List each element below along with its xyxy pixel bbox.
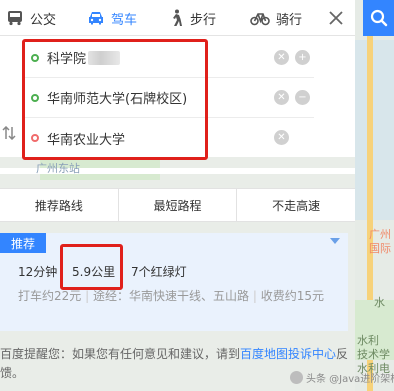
map-water-area — [355, 40, 394, 220]
clear-end-button[interactable]: ✕ — [274, 130, 289, 145]
route-strategy-tabs: 推荐路线 最短路程 不走高速 — [0, 188, 355, 222]
highlight-box-distance — [60, 244, 123, 290]
highlight-box-inputs — [22, 39, 208, 160]
collapse-arrow-icon[interactable] — [330, 238, 340, 244]
feedback-text: 百度提醒您：如果您有任何意见和建议，请到 — [0, 347, 241, 361]
watermark: 头条 @Java进阶架构师 — [290, 370, 394, 385]
tab-recommended-route[interactable]: 推荐路线 — [0, 189, 118, 221]
map-right-strip[interactable]: 广州 国际 水 水利 技术学 水利电 — [355, 0, 394, 391]
complaint-center-link[interactable]: 百度地图投诉中心 — [240, 347, 336, 361]
walk-icon — [168, 9, 184, 27]
watermark-logo-icon — [290, 371, 303, 384]
map-label-faded: 广州东站 — [36, 162, 80, 175]
tab-bus[interactable]: 公交 — [6, 0, 56, 36]
bike-icon — [250, 10, 270, 26]
tab-bike-label: 骑行 — [276, 12, 303, 28]
close-button[interactable] — [325, 7, 347, 29]
remove-waypoint-button[interactable]: − — [295, 90, 310, 105]
map-label-international: 国际 — [369, 242, 391, 255]
recommended-badge: 推荐 — [0, 233, 46, 253]
close-icon — [329, 11, 343, 25]
tab-shortest-distance[interactable]: 最短路程 — [117, 189, 237, 221]
tab-bus-label: 公交 — [30, 12, 57, 28]
route-result-card[interactable]: 推荐 12分钟 5.9公里 7个红绿灯 打车约22元 | 途经：华南快速干线、五… — [0, 233, 348, 331]
traffic-lights-count: 7个红绿灯 — [131, 265, 187, 279]
travel-mode-bar: 公交 驾车 步行 骑行 — [0, 0, 355, 36]
tab-walk[interactable]: 步行 — [168, 0, 216, 36]
add-waypoint-button[interactable]: + — [295, 50, 310, 65]
clear-via-button[interactable]: ✕ — [274, 90, 289, 105]
via-roads-prefix: 途经： — [92, 289, 129, 303]
swap-icon — [2, 126, 16, 140]
swap-button[interactable] — [0, 122, 18, 144]
watermark-text: 头条 @Java进阶架构师 — [306, 374, 394, 385]
map-label-water: 水 — [374, 296, 385, 309]
via-roads: 华南快速干线、五山路 — [128, 289, 249, 303]
map-label-guangzhou: 广州 — [369, 228, 391, 241]
tab-walk-label: 步行 — [190, 12, 217, 28]
route-time: 12分钟 — [18, 265, 58, 279]
tab-drive-label: 驾车 — [111, 12, 138, 28]
bus-icon — [6, 10, 24, 26]
car-icon — [87, 10, 105, 26]
map-label-tech-school: 技术学 — [357, 348, 390, 361]
clear-start-button[interactable]: ✕ — [274, 50, 289, 65]
tab-avoid-highway[interactable]: 不走高速 — [236, 189, 355, 221]
tab-drive[interactable]: 驾车 — [87, 0, 137, 36]
tab-bike[interactable]: 骑行 — [250, 0, 302, 36]
search-button[interactable] — [363, 0, 394, 36]
map-label-water-conservancy: 水利 — [357, 334, 379, 347]
toll-fee: 收费约15元 — [260, 289, 324, 303]
taxi-fare: 打车约22元 — [18, 289, 82, 303]
search-icon — [370, 9, 387, 27]
